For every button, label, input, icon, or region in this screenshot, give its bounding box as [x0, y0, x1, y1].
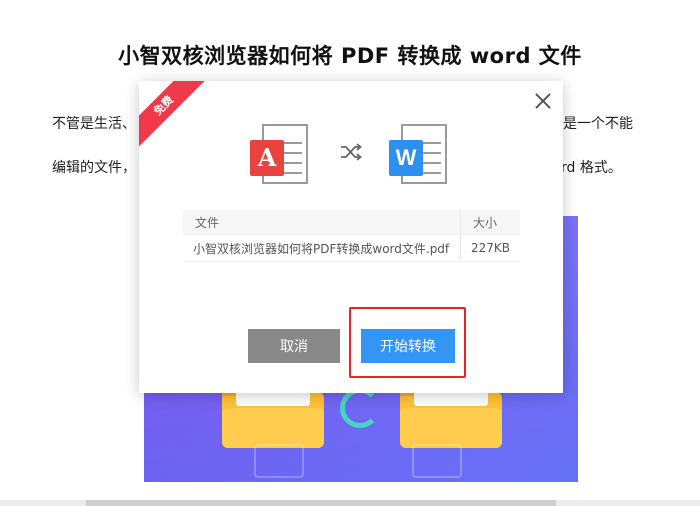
sync-ring-graphic	[340, 388, 380, 428]
pdf-file-icon: A	[250, 124, 310, 186]
page-line	[282, 172, 302, 174]
column-header-file: 文件	[183, 210, 461, 235]
page-line	[421, 142, 441, 144]
close-icon[interactable]	[533, 91, 553, 111]
cancel-button[interactable]: 取消	[248, 329, 340, 363]
scrollbar-thumb[interactable]	[86, 500, 556, 506]
page-line	[421, 162, 441, 164]
folder-graphic-left	[222, 376, 324, 448]
table-header-row: 文件 大小	[183, 210, 520, 235]
article-title: 小智双核浏览器如何将 PDF 转换成 word 文件	[118, 44, 582, 68]
page-line	[421, 152, 441, 154]
word-file-icon: W	[389, 124, 449, 186]
page-line	[421, 172, 441, 174]
article-text-line2-right: rd 格式。	[561, 160, 622, 176]
pdf-convert-dialog: 免费 A W 文件 大小 小智双核浏览器如何将PDF转换成word文件.pdf …	[139, 81, 563, 393]
page-line	[282, 162, 302, 164]
folder-front	[222, 408, 324, 448]
free-ribbon-badge: 免费	[139, 81, 211, 153]
page-line	[282, 152, 302, 154]
article-text-line2-left: 编辑的文件，	[52, 160, 136, 176]
folder-front	[400, 408, 502, 448]
table-row: 小智双核浏览器如何将PDF转换成word文件.pdf 227KB	[183, 234, 520, 262]
file-list-table: 文件 大小 小智双核浏览器如何将PDF转换成word文件.pdf 227KB	[183, 210, 520, 262]
column-header-size: 大小	[459, 210, 520, 235]
faint-card-graphic	[254, 444, 304, 478]
article-text-line1-right: 是一个不能	[563, 116, 633, 132]
page-line	[282, 142, 302, 144]
word-badge: W	[389, 140, 423, 176]
horizontal-scrollbar[interactable]	[0, 500, 700, 506]
shuffle-icon	[341, 143, 362, 161]
file-name-cell: 小智双核浏览器如何将PDF转换成word文件.pdf	[183, 234, 461, 262]
file-size-cell: 227KB	[459, 234, 520, 262]
folder-graphic-right	[400, 376, 502, 448]
article-text-line1-left: 不管是生活、	[52, 116, 136, 132]
faint-card-graphic	[412, 444, 462, 478]
start-convert-button[interactable]: 开始转换	[361, 329, 455, 363]
pdf-badge: A	[250, 140, 284, 176]
